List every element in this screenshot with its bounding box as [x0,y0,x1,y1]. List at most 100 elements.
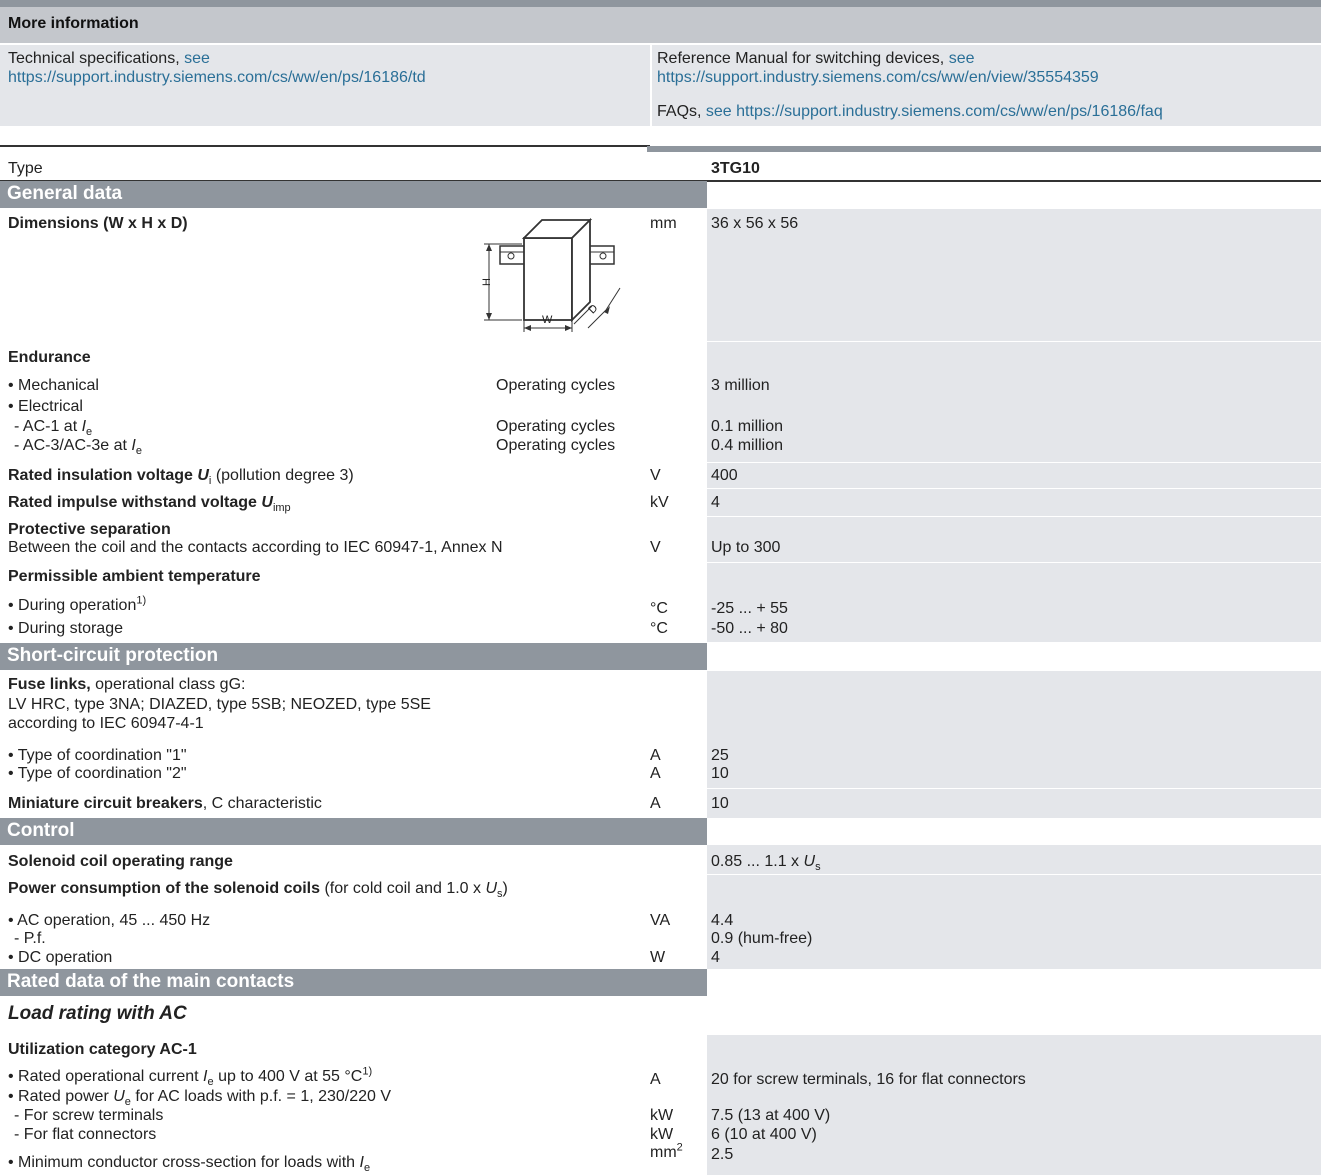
tech-spec-see-link[interactable]: see [184,50,210,67]
ambient-operation-unit: °C [650,600,668,617]
fuse-coord1-value: 25 [711,747,729,764]
impulse-label: Rated impulse withstand voltage Uimp [8,494,291,515]
row-divider [0,516,1321,517]
power-dc-unit: W [650,949,666,966]
more-info-right-cell: Reference Manual for switching devices, … [652,45,1321,126]
ac1-flat-value: 6 (10 at 400 V) [711,1126,817,1143]
endurance-ac1-value: 0.1 million [711,418,784,435]
load-rating-ac-heading: Load rating with AC [8,1003,187,1024]
power-ac-value: 4.4 [711,912,734,929]
mcb-value: 10 [711,795,729,812]
endurance-ac1-unit: Operating cycles [496,418,616,435]
ac1-power: • Rated power Ue for AC loads with p.f. … [8,1088,392,1109]
solenoid-range-value: 0.85 ... 1.1 x Us [711,853,821,874]
table-top-rule [0,145,650,147]
section-rated-data: Rated data of the main contacts [0,969,707,996]
insulation-label: Rated insulation voltage Ui (pollution d… [8,467,354,488]
row-divider [0,788,1321,789]
insulation-unit: V [650,467,661,484]
separation-desc: Between the coil and the contacts accord… [8,539,503,556]
power-pf-value: 0.9 (hum-free) [711,930,813,947]
tech-spec-text: Technical specifications, [8,50,185,67]
ac1-screw-value: 7.5 (13 at 400 V) [711,1107,831,1124]
section-short-circuit: Short-circuit protection [0,643,707,670]
fuse-coord1: • Type of coordination "1" [8,747,187,764]
ref-manual-text: Reference Manual for switching devices, [657,50,949,67]
ac1-flat-unit: kW [650,1126,674,1143]
separation-label: Protective separation [8,521,171,538]
row-divider [0,462,1321,463]
more-info-left-cell: Technical specifications, see https://su… [0,45,650,126]
dim-w-label: W [542,314,553,326]
power-pf: - P.f. [14,930,46,947]
faq-text: FAQs, [657,103,706,120]
ac1-current: • Rated operational current Ie up to 400… [8,1065,373,1089]
ambient-operation: • During operation1) [8,594,147,614]
row-divider [0,562,1321,563]
impulse-unit: kV [650,494,669,511]
power-label: Power consumption of the solenoid coils … [8,880,508,901]
ambient-storage: • During storage [8,620,123,637]
endurance-ac3-unit: Operating cycles [496,437,616,454]
type-value: 3TG10 [711,160,760,177]
ac1-current-unit: A [650,1071,661,1088]
ref-manual-url-link[interactable]: https://support.industry.siemens.com/cs/… [657,69,1099,86]
ac1-min-unit: mm2 [650,1141,683,1161]
ac1-label: Utilization category AC-1 [8,1041,197,1058]
separation-value: Up to 300 [711,539,781,556]
ac1-min-value: 2.5 [711,1146,734,1163]
section-general-data: General data [0,181,707,208]
ambient-label: Permissible ambient temperature [8,568,261,585]
power-ac-unit: VA [650,912,671,929]
power-dc-value: 4 [711,949,720,966]
fuse-coord1-unit: A [650,747,661,764]
endurance-electrical: • Electrical [8,398,83,415]
endurance-mechanical: • Mechanical [8,377,99,394]
row-divider [0,341,1321,342]
tech-spec-url-link[interactable]: https://support.industry.siemens.com/cs/… [8,69,426,86]
ambient-storage-value: -50 ... + 80 [711,620,788,637]
power-dc: • DC operation [8,949,113,966]
section-rule [707,818,1321,845]
separation-unit: V [650,539,661,556]
mcb-unit: A [650,795,661,812]
impulse-value: 4 [711,494,720,511]
ref-manual-see-link[interactable]: see [949,50,975,67]
ac1-flat: - For flat connectors [14,1126,157,1143]
dimensions-value: 36 x 56 x 56 [711,215,799,232]
ambient-operation-value: -25 ... + 55 [711,600,788,617]
endurance-ac3: - AC-3/AC-3e at Ie [14,437,142,458]
endurance-mechanical-unit: Operating cycles [496,377,616,394]
ac1-screw: - For screw terminals [14,1107,164,1124]
dimensions-unit: mm [650,215,677,232]
more-info-top-bar [0,0,1321,7]
ac1-screw-unit: kW [650,1107,674,1124]
fuse-label: Fuse links, operational class gG: [8,676,246,693]
more-info-title: More information [8,15,139,32]
dim-h-label: H [481,278,493,286]
row-divider [0,488,1321,489]
dimensions-drawing: H W D [481,217,621,332]
fuse-coord2: • Type of coordination "2" [8,765,187,782]
section-rule [707,642,1321,671]
endurance-ac1: - AC-1 at Ie [14,418,93,439]
section-control: Control [0,818,707,845]
fuse-line3: according to IEC 60947-4-1 [8,715,204,732]
faq-link[interactable]: see https://support.industry.siemens.com… [706,103,1163,120]
type-label: Type [8,160,43,177]
endurance-ac3-value: 0.4 million [711,437,784,454]
insulation-value: 400 [711,467,738,484]
ac1-current-value: 20 for screw terminals, 16 for flat conn… [711,1071,1026,1088]
dimensions-label: Dimensions (W x H x D) [8,215,188,232]
table-top-rule-right [647,146,1321,152]
endurance-label: Endurance [8,349,91,366]
fuse-line2: LV HRC, type 3NA; DIAZED, type 5SB; NEOZ… [8,696,431,713]
row-divider [0,874,1321,875]
section-rule [707,969,1321,1035]
fuse-coord2-unit: A [650,765,661,782]
fuse-coord2-value: 10 [711,765,729,782]
mcb-label: Miniature circuit breakers, C characteri… [8,795,322,812]
ambient-storage-unit: °C [650,620,668,637]
power-ac: • AC operation, 45 ... 450 Hz [8,912,211,929]
solenoid-range-label: Solenoid coil operating range [8,853,233,870]
